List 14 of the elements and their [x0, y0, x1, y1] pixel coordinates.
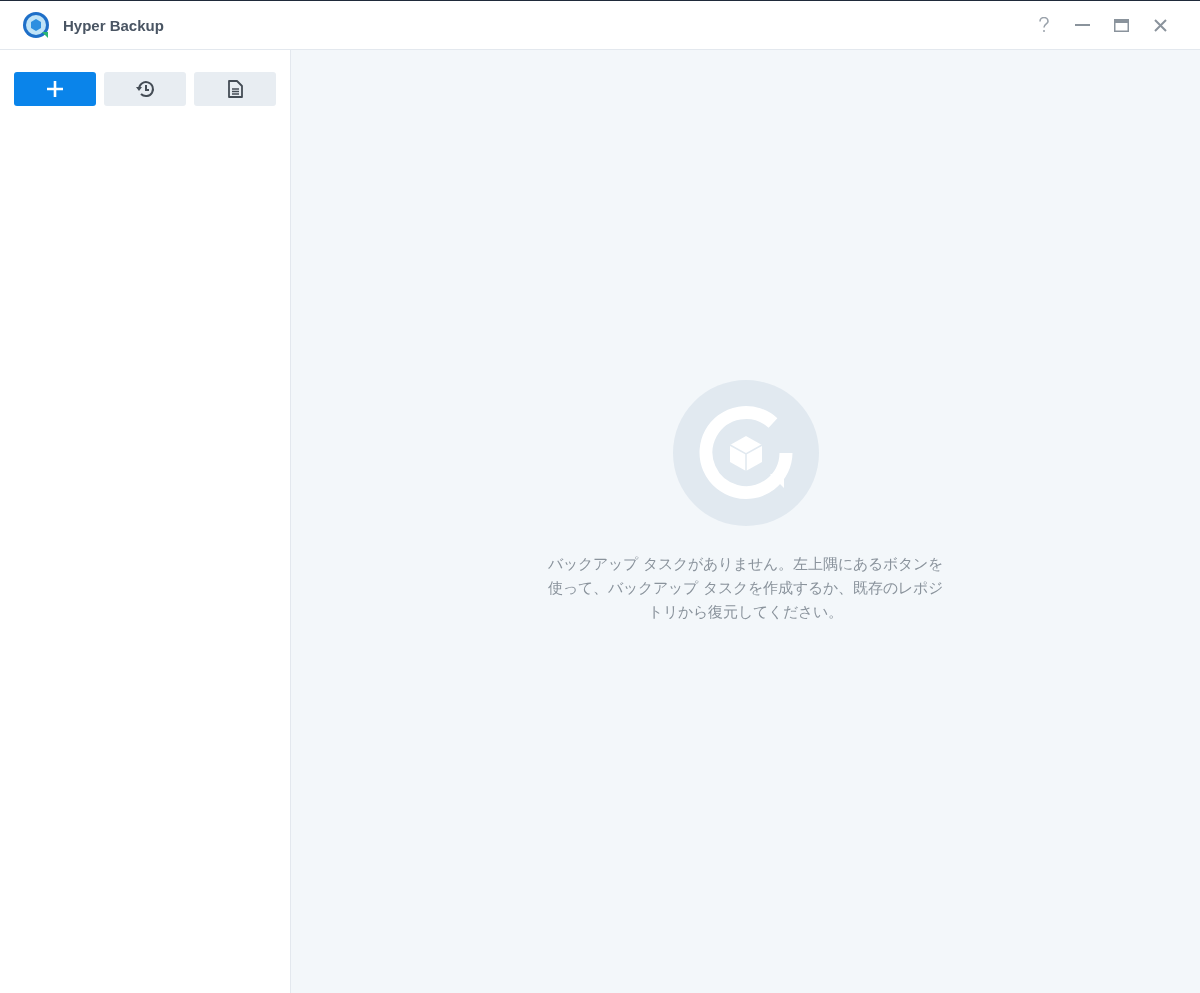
- document-icon: [227, 80, 243, 98]
- history-button[interactable]: [104, 72, 186, 106]
- backup-empty-icon: [672, 379, 819, 526]
- log-button[interactable]: [194, 72, 276, 106]
- add-button[interactable]: [14, 72, 96, 106]
- empty-state-message: バックアップ タスクがありません。左上隅にあるボタンを使って、バックアップ タスクを作成するか、既存のレポジトリから復元してください。: [547, 554, 944, 622]
- minimize-icon: [1075, 24, 1090, 26]
- help-icon: [1038, 17, 1049, 33]
- close-icon: [1154, 18, 1167, 32]
- window-title: Hyper Backup: [63, 16, 165, 34]
- plus-icon: [47, 81, 63, 97]
- app-logo-icon: [22, 11, 50, 39]
- history-icon: [135, 80, 155, 98]
- maximize-icon: [1114, 18, 1129, 32]
